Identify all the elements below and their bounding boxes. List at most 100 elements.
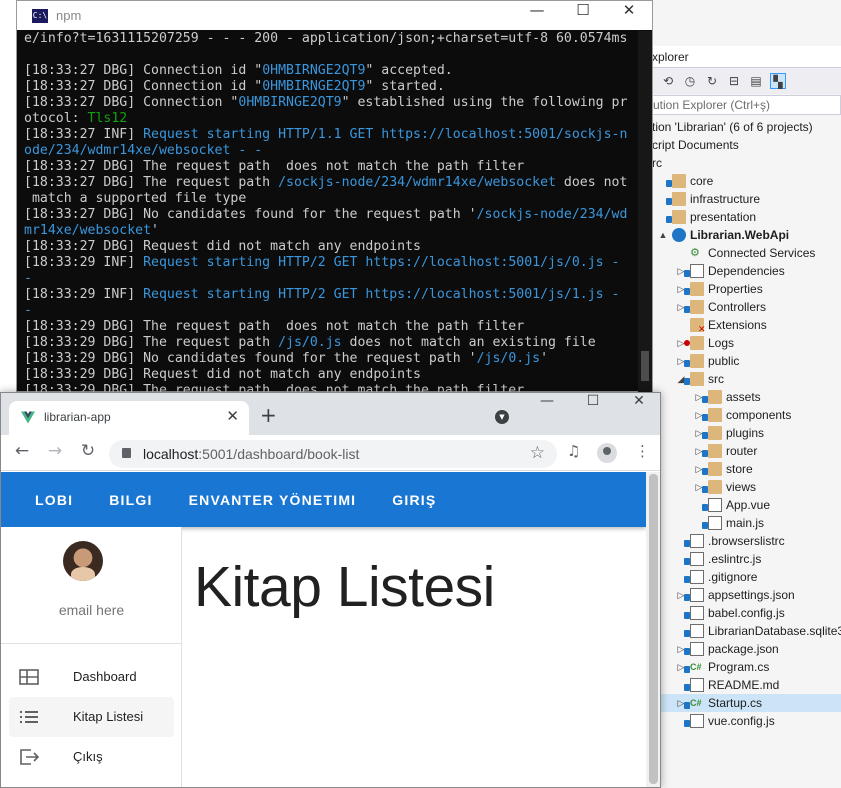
tree-item[interactable]: .browserslistrc [652, 532, 841, 550]
forward-button[interactable]: → [43, 441, 67, 465]
media-control-icon[interactable]: ♫ [567, 442, 580, 460]
close-button[interactable]: ✕ [606, 1, 652, 30]
tree-item[interactable]: ▷ package.json [652, 640, 841, 658]
tree-item[interactable]: ▲ Librarian.WebApi [652, 226, 841, 244]
console-output[interactable]: e/info?t=1631115207259 - - - 200 - appli… [17, 31, 637, 393]
minimize-button[interactable]: — [514, 1, 560, 30]
tree-item-label: public [708, 354, 740, 368]
tree-item[interactable]: ⚙ Connected Services [652, 244, 841, 262]
tree-item[interactable]: ▷ store [652, 460, 841, 478]
excluded-icon [684, 340, 690, 346]
tree-item[interactable]: rc [652, 154, 841, 172]
chrome-maximize-button[interactable]: ☐ [570, 393, 616, 421]
tree-item[interactable]: ▷ router [652, 442, 841, 460]
tab-search-icon[interactable]: ▼ [495, 410, 509, 424]
lock-icon[interactable] [122, 448, 131, 458]
console-scrollbar[interactable] [638, 31, 652, 393]
nav-link-0[interactable]: LOBI [17, 492, 91, 508]
console-text: ode/234/wdmr14xe/websocket - - [24, 143, 263, 158]
source-control-lock-icon [702, 486, 708, 493]
console-text: [18:33:29 DBG] Request did not match any… [24, 367, 421, 382]
tree-item[interactable]: ▷ Controllers [652, 298, 841, 316]
user-email: email here [58, 602, 125, 618]
folder-icon [672, 210, 686, 224]
drawer-item-1[interactable]: Kitap Listesi [9, 697, 174, 737]
folder-icon [690, 372, 704, 386]
console-line: [18:33:29 INF] Request starting HTTP/2 G… [24, 255, 637, 271]
tree-item[interactable]: .eslintrc.js [652, 550, 841, 568]
drawer-item-label: Kitap Listesi [73, 709, 144, 724]
refresh-icon[interactable]: ↻ [704, 73, 720, 89]
tree-item[interactable]: ✕ Extensions [652, 316, 841, 334]
maximize-button[interactable]: ☐ [560, 1, 606, 30]
console-text: [18:33:27 DBG] Connection " [24, 95, 239, 110]
tree-item[interactable]: core [652, 172, 841, 190]
nav-link-2[interactable]: ENVANTER YÖNETIMI [171, 492, 375, 508]
expand-arrow-icon[interactable]: ▲ [658, 226, 668, 244]
tree-item[interactable]: ▷ plugins [652, 424, 841, 442]
tree-item[interactable]: ▷ C# Startup.cs [652, 694, 841, 712]
tree-item[interactable]: ▷ appsettings.json [652, 586, 841, 604]
tree-item[interactable]: ▷ views [652, 478, 841, 496]
page-content: LOBI BILGI ENVANTER YÖNETIMI GIRIŞ email he… [1, 472, 646, 787]
console-text: Request starting HTTP/2 GET https://loca… [143, 255, 620, 270]
tab-librarian-app[interactable]: librarian-app ✕ [9, 401, 249, 435]
nav-link-1[interactable]: BILGI [91, 492, 170, 508]
menu-kebab-icon[interactable]: ⋮ [635, 442, 650, 460]
nav-link-3[interactable]: GIRIŞ [374, 492, 454, 508]
solution-search-input[interactable]: ution Explorer (Ctrl+ş) [652, 95, 841, 115]
console-scroll-thumb[interactable] [641, 351, 649, 381]
tree-item[interactable]: presentation [652, 208, 841, 226]
reload-button[interactable]: ↻ [76, 441, 100, 465]
tree-item[interactable]: ▷ Logs [652, 334, 841, 352]
tree-item[interactable]: ▷ Properties [652, 280, 841, 298]
tab-close-icon[interactable]: ✕ [226, 407, 239, 425]
tree-item[interactable]: LibrarianDatabase.sqlite3 [652, 622, 841, 640]
address-bar[interactable]: localhost:5001/dashboard/book-list ☆ [109, 440, 557, 468]
source-control-lock-icon [684, 684, 690, 691]
tree-item[interactable]: ◢ src [652, 370, 841, 388]
source-control-lock-icon [684, 594, 690, 601]
preview-icon[interactable]: ▚ [770, 73, 786, 89]
tree-item[interactable]: tion 'Librarian' (6 of 6 projects) [652, 118, 841, 136]
tree-item[interactable]: infrastructure [652, 190, 841, 208]
tree-item[interactable]: ▷ C# Program.cs [652, 658, 841, 676]
js-file-icon [690, 588, 704, 602]
drawer-item-2[interactable]: Çıkış [9, 737, 174, 777]
console-text: " established using the following pr [341, 95, 628, 110]
tree-item[interactable]: ▷ assets [652, 388, 841, 406]
tree-item[interactable]: ▷ Dependencies [652, 262, 841, 280]
tree-item[interactable]: ▷ public [652, 352, 841, 370]
folder-icon [690, 336, 704, 350]
new-tab-button[interactable]: + [260, 405, 277, 425]
back-button[interactable]: ← [10, 441, 34, 465]
tree-item[interactable]: main.js [652, 514, 841, 532]
source-control-lock-icon [684, 360, 690, 367]
properties-icon[interactable]: ▤ [748, 73, 764, 89]
file-icon [690, 534, 704, 548]
tree-item[interactable]: babel.config.js [652, 604, 841, 622]
sync-icon[interactable]: ⟲ [660, 73, 676, 89]
tree-item[interactable]: ▷ components [652, 406, 841, 424]
logout-icon [19, 749, 40, 765]
chrome-close-button[interactable]: ✕ [616, 393, 660, 421]
drawer-item-0[interactable]: Dashboard [9, 657, 174, 697]
tree-item[interactable]: vue.config.js [652, 712, 841, 730]
page-scrollbar[interactable] [646, 472, 660, 787]
console-line: [18:33:27 DBG] Connection id "0HMBIRNGE2… [24, 79, 637, 95]
page-title: Kitap Listesi [194, 555, 495, 619]
tree-item-label: Startup.cs [708, 696, 763, 710]
tree-item[interactable]: App.vue [652, 496, 841, 514]
tree-item[interactable]: README.md [652, 676, 841, 694]
tree-item-label: .eslintrc.js [708, 552, 762, 566]
bookmark-star-icon[interactable]: ☆ [530, 443, 545, 463]
tree-item-label: Librarian.WebApi [690, 228, 790, 242]
profile-avatar-icon[interactable] [597, 443, 617, 463]
history-icon[interactable]: ◷ [682, 73, 698, 89]
page-scroll-thumb[interactable] [649, 474, 658, 784]
collapse-all-icon[interactable]: ⊟ [726, 73, 742, 89]
chrome-minimize-button[interactable]: — [524, 393, 570, 421]
tree-item[interactable]: .gitignore [652, 568, 841, 586]
browser-toolbar: ← → ↻ localhost:5001/dashboard/book-list… [1, 435, 660, 471]
tree-item[interactable]: cript Documents [652, 136, 841, 154]
